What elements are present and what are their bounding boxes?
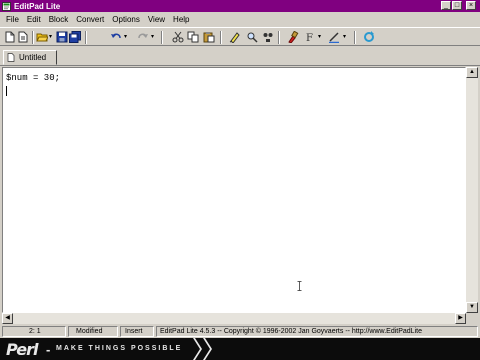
chevron-down-icon[interactable]: ▾ [124,34,129,40]
paste-icon[interactable] [203,31,215,43]
scroll-right-button[interactable]: ▶ [455,313,466,324]
ibeam-cursor-icon [297,281,302,291]
save-all-icon[interactable] [69,31,81,43]
menu-edit[interactable]: Edit [24,15,44,24]
maximize-button[interactable]: □ [452,1,462,10]
app-window: EditPad Lite _ □ × File Edit Block Conve… [0,0,480,360]
toolbar-separator [220,31,222,44]
open-file-icon[interactable] [17,31,29,43]
pen-icon[interactable] [328,31,340,43]
paint-icon[interactable] [287,31,299,43]
refresh-icon[interactable] [363,31,375,43]
document-icon [7,53,15,62]
toolbar-separator [354,31,356,44]
scroll-down-button[interactable]: ▼ [466,302,478,313]
menu-file[interactable]: File [3,15,22,24]
vertical-scrollbar[interactable]: ▲ ▼ [466,67,478,313]
chevron-down-icon[interactable]: ▾ [49,34,54,40]
brand-dash: - [46,342,51,357]
editor-line: $num = 30; [6,73,61,83]
status-modified: Modified [68,326,118,337]
title-bar[interactable]: EditPad Lite _ □ × [0,0,480,12]
brand-banner: Perl - MAKE THINGS POSSIBLE [0,338,480,360]
new-file-icon[interactable] [4,31,16,43]
chevron-down-icon[interactable]: ▾ [318,34,323,40]
menu-block[interactable]: Block [46,15,72,24]
brand-tagline: MAKE THINGS POSSIBLE [56,345,183,352]
status-info: EditPad Lite 4.5.3 -- Copyright © 1996-2… [156,326,478,337]
text-editor[interactable]: $num = 30; [2,67,466,313]
undo-icon[interactable] [110,31,122,43]
chevron-right-icon [203,338,212,360]
copy-icon[interactable] [187,31,199,43]
chevron-down-icon[interactable]: ▾ [151,34,156,40]
minimize-button[interactable]: _ [441,1,451,10]
menu-view[interactable]: View [145,15,168,24]
highlight-icon[interactable] [229,31,241,43]
format-icon[interactable]: F [304,31,316,43]
chevron-down-icon[interactable]: ▾ [343,34,348,40]
window-title: EditPad Lite [14,1,61,11]
chevron-right-icon [193,338,202,360]
scroll-left-button[interactable]: ◀ [2,313,13,324]
menu-bar: File Edit Block Convert Options View Hel… [0,13,480,26]
toolbar-separator [161,31,163,44]
tab-strip: Untitled [0,47,480,66]
status-insert-mode: Insert [120,326,154,337]
status-bar: 2: 1 Modified Insert EditPad Lite 4.5.3 … [0,325,480,338]
horizontal-scrollbar[interactable]: ◀ ▶ [2,313,466,324]
menu-convert[interactable]: Convert [73,15,107,24]
tab-label: Untitled [19,53,47,62]
status-cursor-position: 2: 1 [2,326,66,337]
save-icon[interactable] [56,31,68,43]
app-icon [2,1,11,11]
tab-untitled[interactable]: Untitled [3,50,57,65]
toolbar-separator [32,31,34,44]
menu-help[interactable]: Help [170,15,192,24]
scroll-corner [466,313,478,324]
text-caret [6,86,7,96]
close-button[interactable]: × [466,1,476,10]
perl-logo: Perl [6,340,39,359]
cut-icon[interactable] [172,31,184,43]
open-folder-icon[interactable] [36,31,48,43]
svg-text:F: F [306,33,313,43]
toolbar-separator [278,31,280,44]
search-icon[interactable] [246,31,258,43]
toolbar: ▾ ▾ ▾ F ▾ ▾ [0,27,480,46]
menu-options[interactable]: Options [109,15,143,24]
replace-icon[interactable] [262,31,274,43]
redo-icon[interactable] [137,31,149,43]
toolbar-separator [85,31,87,44]
scroll-up-button[interactable]: ▲ [466,67,478,78]
